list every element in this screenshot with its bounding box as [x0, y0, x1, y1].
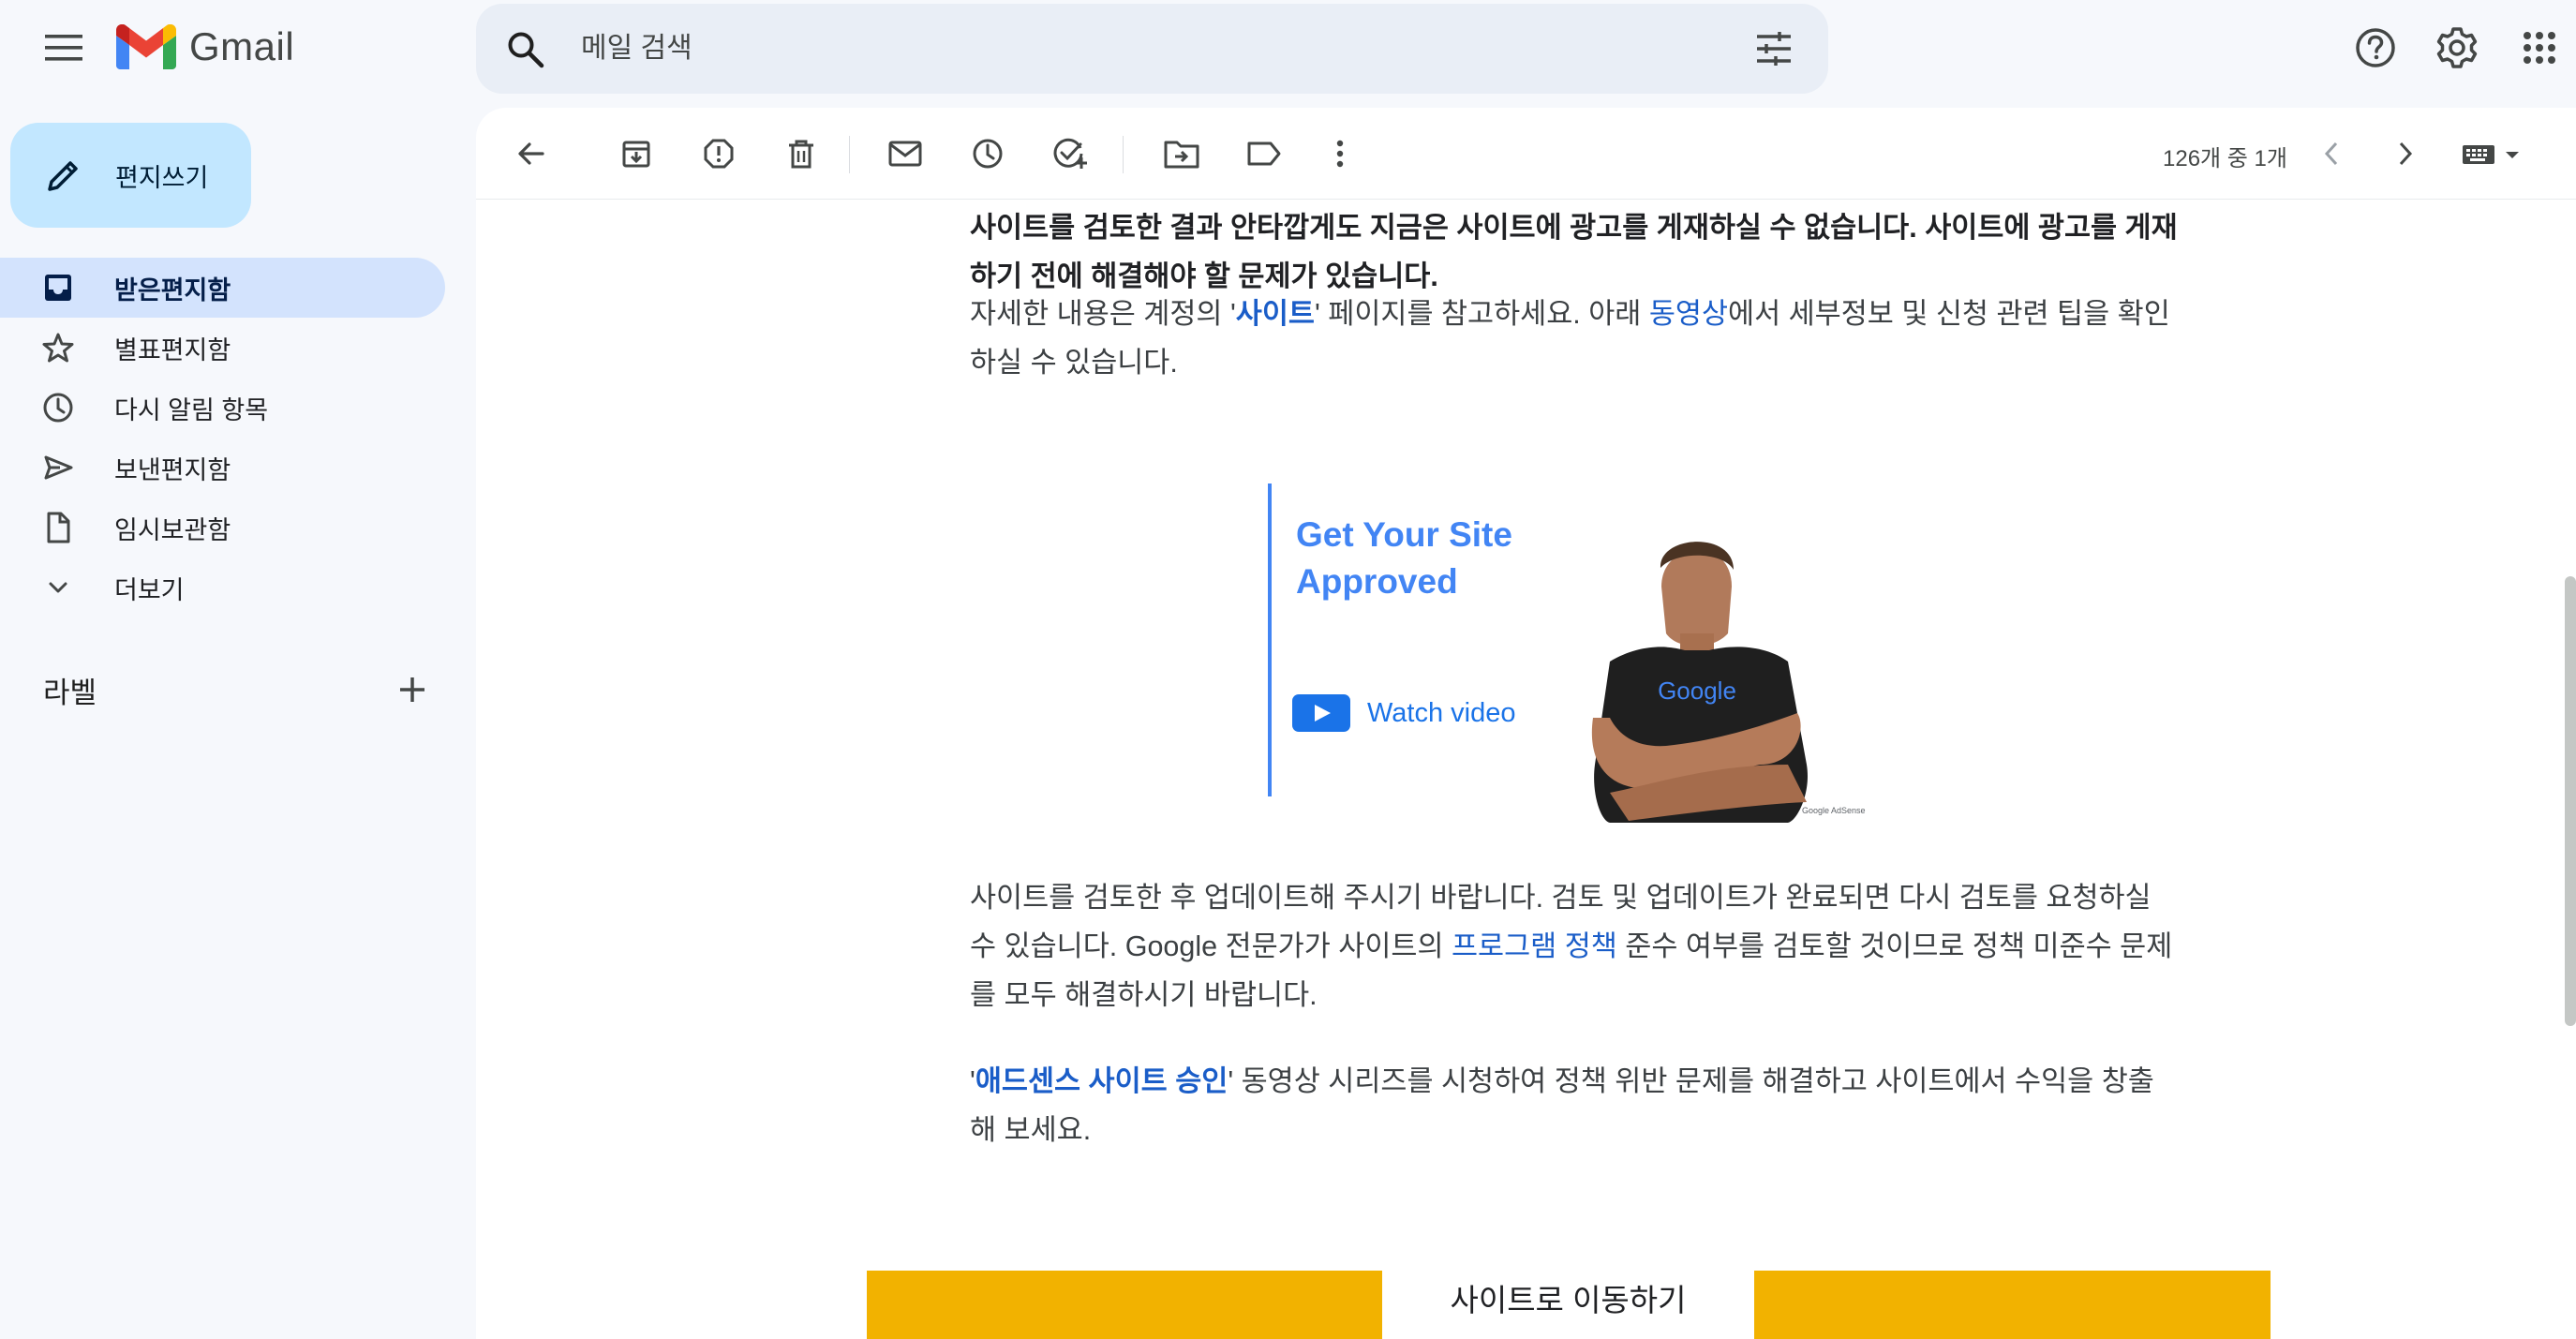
- search-options-icon[interactable]: [1755, 32, 1793, 66]
- search-icon[interactable]: [506, 30, 545, 69]
- video-thumbnail[interactable]: Get Your Site Approved Watch video Googl…: [1268, 484, 1924, 830]
- labels-button[interactable]: [1241, 130, 1288, 177]
- sites-link[interactable]: 사이트: [1236, 298, 1315, 330]
- create-label-button[interactable]: [392, 669, 433, 710]
- inbox-icon: [45, 275, 71, 301]
- label-icon: [1247, 141, 1281, 166]
- sidebar-item-inbox[interactable]: 받은편지함: [0, 258, 445, 318]
- google-apps-button[interactable]: [2510, 19, 2569, 77]
- video-title: Get Your Site Approved: [1296, 515, 1512, 601]
- older-button[interactable]: [2382, 130, 2429, 177]
- accent-line: [1268, 484, 1272, 796]
- snooze-button[interactable]: [964, 130, 1011, 177]
- report-icon: [704, 139, 734, 169]
- sidebar-item-sent[interactable]: 보낸편지함: [0, 438, 445, 498]
- hamburger-icon: [45, 35, 82, 61]
- chevron-down-icon: [49, 582, 67, 593]
- sidebar-item-label: 보낸편지함: [114, 455, 231, 484]
- mark-unread-button[interactable]: [882, 130, 929, 177]
- clock-icon: [973, 139, 1003, 169]
- move-to-button[interactable]: [1158, 130, 1205, 177]
- watch-video-label: Watch video: [1367, 697, 1516, 728]
- more-vert-icon: [1336, 140, 1344, 168]
- compose-button[interactable]: 편지쓰기: [10, 123, 251, 228]
- folder-move-icon: [1164, 141, 1199, 169]
- chevron-left-icon: [2324, 141, 2338, 166]
- send-icon: [44, 455, 73, 480]
- input-tools-button[interactable]: [2451, 130, 2536, 177]
- program-policy-link[interactable]: 프로그램 정책: [1452, 930, 1617, 962]
- shirt-logo: Google: [1658, 677, 1736, 705]
- delete-button[interactable]: [778, 130, 825, 177]
- sidebar-item-snoozed[interactable]: 다시 알림 항목: [0, 378, 445, 438]
- support-button[interactable]: [2346, 19, 2405, 77]
- go-to-site-button[interactable]: 사이트로 이동하기: [1382, 1256, 1754, 1339]
- mail-icon: [888, 141, 922, 167]
- message-view: 126개 중 1개 사이트를 검토한 결과 안타깝게도 지금은 사이트에 광고를…: [476, 108, 2576, 1339]
- help-icon: [2356, 28, 2395, 67]
- report-spam-button[interactable]: [695, 130, 742, 177]
- sidebar-item-label: 다시 알림 항목: [114, 395, 269, 424]
- search-input[interactable]: [581, 28, 1612, 69]
- chevron-right-icon: [2399, 141, 2413, 166]
- search-bar[interactable]: [476, 4, 1828, 94]
- message-body: 사이트를 검토한 결과 안타깝게도 지금은 사이트에 광고를 게재하실 수 없습…: [476, 200, 2576, 1339]
- sidebar-item-drafts[interactable]: 임시보관함: [0, 498, 445, 558]
- settings-button[interactable]: [2428, 19, 2486, 77]
- watch-video-button[interactable]: Watch video: [1292, 694, 1516, 732]
- play-icon: [1292, 694, 1350, 732]
- scrollbar[interactable]: [2565, 576, 2576, 1026]
- gmail-logo[interactable]: Gmail: [116, 24, 294, 69]
- trash-icon: [789, 140, 813, 169]
- main-menu-button[interactable]: [33, 17, 95, 79]
- toolbar-divider: [849, 136, 850, 173]
- message-paragraph: '애드센스 사이트 승인' 동영상 시리즈를 시청하여 정책 위반 문제를 해결…: [970, 1057, 2179, 1154]
- pencil-icon: [48, 161, 78, 191]
- message-toolbar: 126개 중 1개: [476, 108, 2576, 200]
- toolbar-divider: [1123, 136, 1124, 173]
- sidebar-item-more[interactable]: 더보기: [0, 558, 445, 617]
- draft-icon: [47, 512, 70, 543]
- back-button[interactable]: [508, 130, 555, 177]
- sidebar-item-label: 받은편지함: [114, 275, 231, 305]
- newer-button[interactable]: [2308, 130, 2355, 177]
- message-paragraph: 자세한 내용은 계정의 '사이트' 페이지를 참고하세요. 아래 동영상에서 세…: [970, 290, 2179, 387]
- apps-grid-icon: [2524, 32, 2555, 64]
- adsense-watermark: Google AdSense: [1802, 806, 1866, 815]
- clock-icon: [43, 393, 73, 423]
- compose-label: 편지쓰기: [115, 163, 209, 192]
- add-to-tasks-button[interactable]: [1047, 130, 1094, 177]
- sidebar-item-label: 임시보관함: [114, 515, 231, 544]
- star-icon: [42, 333, 74, 363]
- more-options-button[interactable]: [1317, 130, 1363, 177]
- message-paragraph: 사이트를 검토한 결과 안타깝게도 지금은 사이트에 광고를 게재하실 수 없습…: [970, 212, 2178, 292]
- gmail-m-icon: [116, 24, 176, 69]
- keyboard-icon: [2463, 145, 2519, 164]
- labels-heading: 라벨: [43, 677, 97, 709]
- archive-button[interactable]: [613, 130, 660, 177]
- sidebar-item-starred[interactable]: 별표편지함: [0, 318, 445, 378]
- text-run: 자세한 내용은 계정의 ': [970, 298, 1236, 330]
- arrow-back-icon: [518, 142, 544, 165]
- add-task-icon: [1053, 138, 1087, 169]
- sidebar-item-label: 더보기: [114, 575, 185, 604]
- app-name: Gmail: [189, 24, 295, 68]
- text-run: ' 페이지를 참고하세요. 아래: [1314, 298, 1649, 330]
- message-paragraph: 사이트를 검토한 후 업데이트해 주시기 바랍니다. 검토 및 업데이트가 완료…: [970, 873, 2179, 1019]
- message-counter: 126개 중 1개: [2163, 146, 2287, 171]
- video-link[interactable]: 동영상: [1649, 298, 1728, 330]
- sidebar-item-label: 별표편지함: [114, 335, 231, 365]
- presenter-image: Google: [1591, 542, 1808, 823]
- gear-icon: [2436, 27, 2478, 68]
- site-approval-series-link[interactable]: 애드센스 사이트 승인: [975, 1065, 1228, 1097]
- plus-icon: [400, 677, 424, 702]
- archive-icon: [622, 141, 650, 168]
